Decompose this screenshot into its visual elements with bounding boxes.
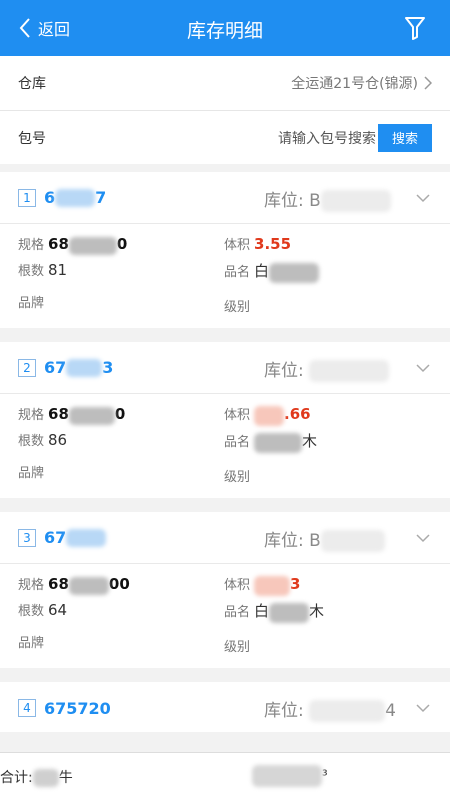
card-header[interactable]: 2 67 3 库位: bbox=[0, 342, 450, 394]
location: 库位: bbox=[264, 356, 390, 382]
filter-panel: 仓库 全运通21号仓(锦源) 包号 请输入包号搜索 搜索 bbox=[0, 56, 450, 164]
item-index: 3 bbox=[18, 528, 36, 547]
inventory-card[interactable]: 2 67 3 库位: 规格 68 0 体积 .66 根数 86 品名木 品牌 级… bbox=[0, 342, 450, 498]
chevron-right-icon bbox=[424, 76, 432, 90]
app-header: 返回 库存明细 bbox=[0, 0, 450, 56]
package-code: 675720 bbox=[44, 698, 111, 718]
name-field: 品名白 bbox=[224, 260, 320, 283]
grade-field: 级别 bbox=[224, 300, 251, 315]
summary-bar: 合计: 牛 ³ bbox=[0, 752, 450, 800]
brand-field: 品牌 bbox=[18, 636, 45, 651]
search-button[interactable]: 搜索 bbox=[378, 123, 432, 152]
card-header[interactable]: 1 67 库位: B bbox=[0, 172, 450, 224]
chevron-down-icon[interactable] bbox=[416, 364, 430, 373]
card-header[interactable]: 3 67 库位: B bbox=[0, 512, 450, 564]
inventory-card[interactable]: 3 67 库位: B 规格 68 00 体积 3 根数 64 品名白木 品牌 级… bbox=[0, 512, 450, 668]
location: 库位: B bbox=[264, 186, 391, 212]
inventory-card[interactable]: 1 67 库位: B 规格 68 0 体积 3.55 根数 81 品名白 品牌 … bbox=[0, 172, 450, 328]
chevron-down-icon[interactable] bbox=[416, 704, 430, 713]
count-field: 根数 86 bbox=[18, 431, 68, 449]
package-search-input[interactable]: 请输入包号搜索 bbox=[278, 128, 376, 148]
item-index: 4 bbox=[18, 699, 36, 717]
package-code: 67 bbox=[44, 528, 107, 548]
package-code: 67 3 bbox=[44, 357, 114, 378]
spec-field: 规格 68 0 bbox=[18, 235, 128, 255]
grade-field: 级别 bbox=[224, 470, 251, 485]
count-field: 根数 81 bbox=[18, 261, 68, 279]
page-title: 库存明细 bbox=[186, 20, 263, 42]
count-field: 根数 64 bbox=[18, 601, 68, 619]
volume-field: 体积 3 bbox=[224, 574, 300, 596]
brand-field: 品牌 bbox=[18, 296, 45, 311]
name-field: 品名白木 bbox=[224, 600, 324, 623]
location: 库位: 4 bbox=[264, 700, 396, 722]
chevron-down-icon[interactable] bbox=[416, 194, 430, 203]
location: 库位: B bbox=[264, 526, 385, 552]
inventory-card[interactable]: 4 675720 库位: 4 bbox=[0, 682, 450, 732]
card-header[interactable]: 4 675720 库位: 4 bbox=[0, 682, 450, 734]
inventory-list: 1 67 库位: B 规格 68 0 体积 3.55 根数 81 品名白 品牌 … bbox=[0, 172, 450, 746]
warehouse-value: 全运通21号仓(锦源) bbox=[291, 76, 418, 92]
warehouse-select[interactable]: 全运通21号仓(锦源) bbox=[291, 73, 432, 93]
brand-field: 品牌 bbox=[18, 466, 45, 481]
chevron-down-icon[interactable] bbox=[416, 534, 430, 543]
package-label: 包号 bbox=[18, 130, 46, 147]
item-index: 1 bbox=[18, 188, 36, 207]
total-volume: ³ bbox=[252, 765, 328, 787]
package-code: 67 bbox=[44, 187, 107, 208]
spec-field: 规格 68 0 bbox=[18, 405, 126, 425]
filter-icon[interactable] bbox=[404, 16, 426, 40]
name-field: 品名木 bbox=[224, 430, 317, 453]
package-row: 包号 请输入包号搜索 搜索 bbox=[0, 110, 450, 164]
item-index: 2 bbox=[18, 358, 36, 377]
grade-field: 级别 bbox=[224, 640, 251, 655]
spec-field: 规格 68 00 bbox=[18, 575, 130, 595]
warehouse-label: 仓库 bbox=[18, 76, 46, 92]
volume-field: 体积 .66 bbox=[224, 404, 311, 426]
warehouse-row[interactable]: 仓库 全运通21号仓(锦源) bbox=[0, 56, 450, 110]
total-label: 合计: 牛 bbox=[0, 769, 73, 787]
volume-field: 体积 3.55 bbox=[224, 235, 292, 253]
